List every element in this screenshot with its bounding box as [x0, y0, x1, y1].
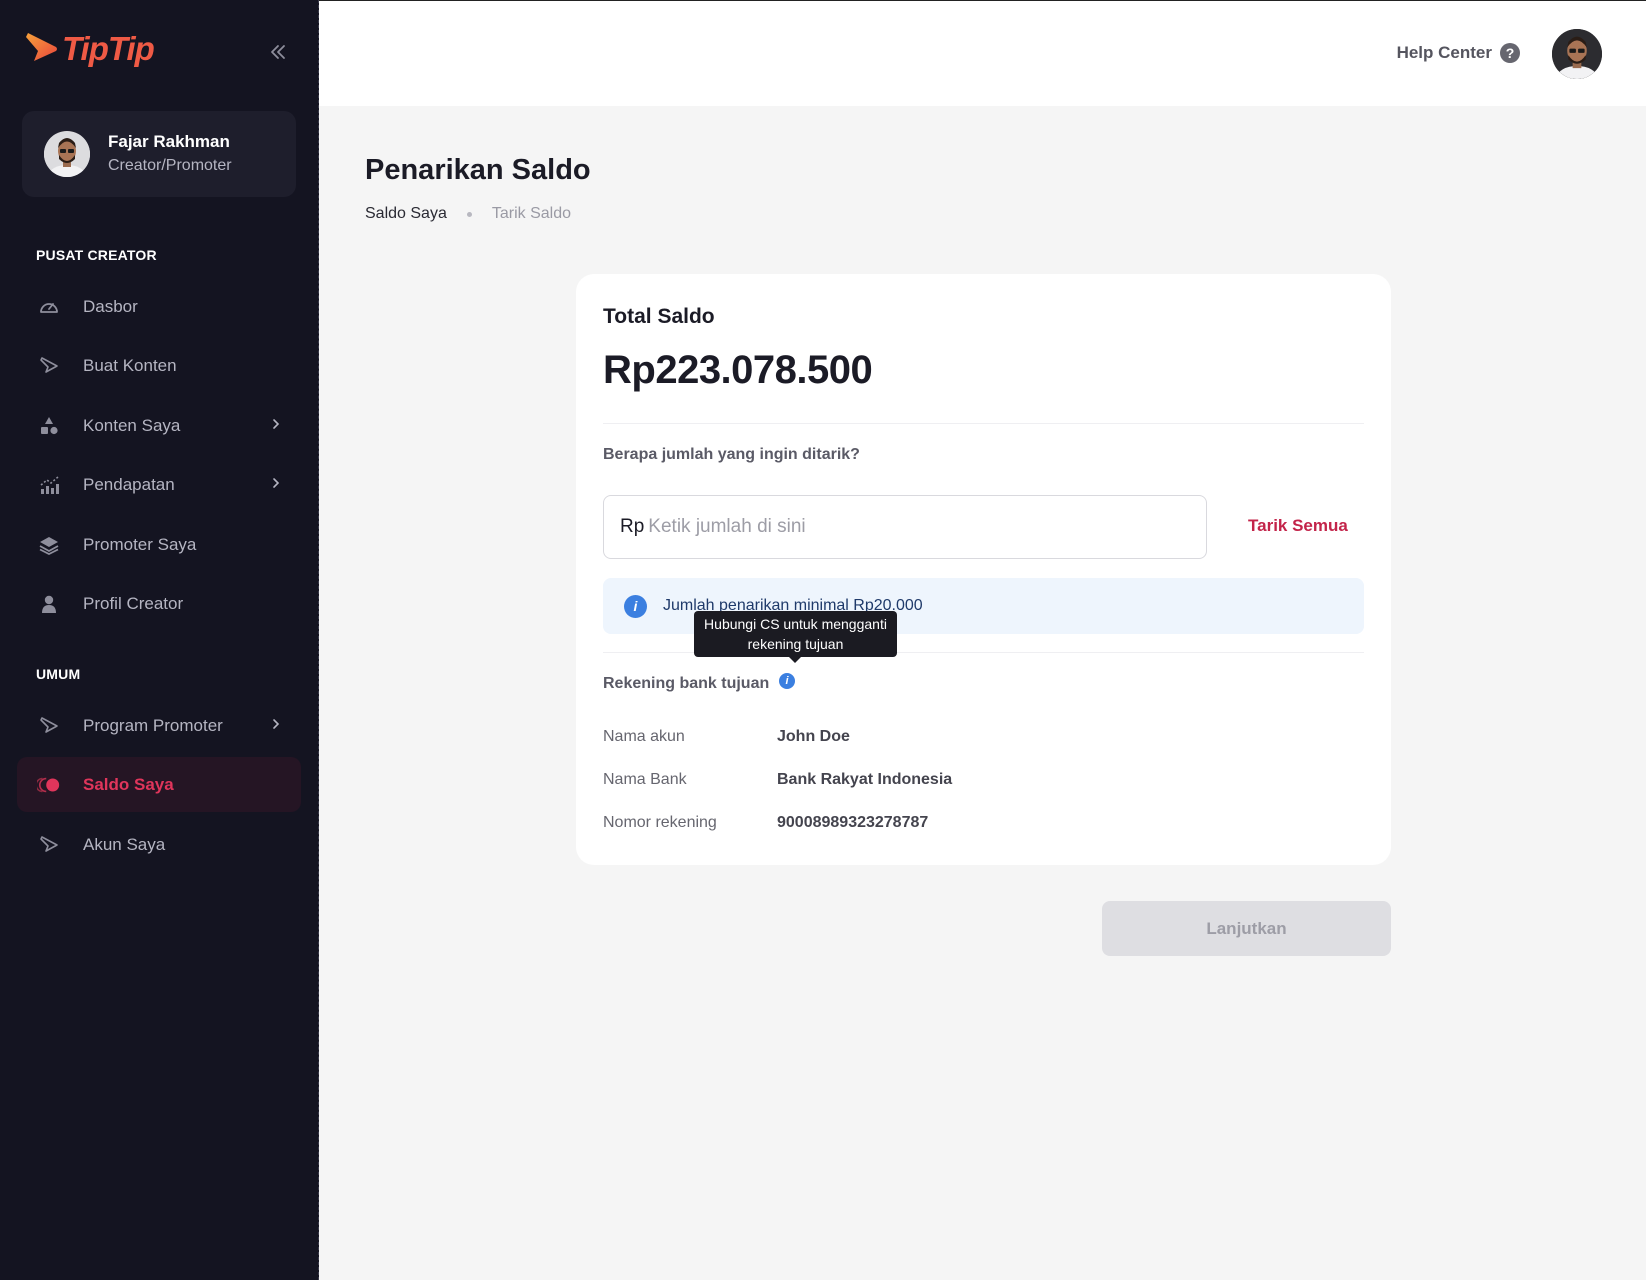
chevron-right-icon — [271, 717, 281, 735]
continue-button[interactable]: Lanjutkan — [1102, 901, 1391, 956]
topbar: Help Center ? — [319, 0, 1646, 106]
sidebar-item-label: Akun Saya — [83, 834, 166, 854]
bank-row-key: Nama akun — [603, 728, 685, 745]
sidebar-item-konten-saya[interactable]: Konten Saya — [17, 398, 301, 453]
bank-row-value: 90008989323278787 — [777, 814, 929, 831]
sidebar-item-profil-creator[interactable]: Profil Creator — [17, 576, 301, 631]
sidebar-item-buat-konten[interactable]: Buat Konten — [17, 338, 301, 393]
divider — [603, 423, 1364, 424]
collapse-sidebar-button[interactable] — [262, 36, 294, 68]
breadcrumb: Saldo Saya Tarik Saldo — [365, 205, 571, 223]
bank-row-key: Nomor rekening — [603, 814, 717, 831]
sidebar-item-label: Pendapatan — [83, 474, 175, 494]
sidebar-item-label: Buat Konten — [83, 355, 177, 375]
sidebar-item-promoter-saya[interactable]: Promoter Saya — [17, 517, 301, 572]
profile-role: Creator/Promoter — [108, 157, 232, 174]
sidebar-item-akun-saya[interactable]: Akun Saya — [17, 817, 301, 872]
sidebar-item-program-promoter[interactable]: Program Promoter — [17, 698, 301, 753]
avatar — [44, 131, 90, 177]
total-balance-amount: Rp223.078.500 — [603, 348, 873, 392]
bank-row-key: Nama Bank — [603, 771, 687, 788]
page-title: Penarikan Saldo — [365, 154, 591, 186]
sidebar-item-dasbor[interactable]: Dasbor — [17, 279, 301, 334]
shapes-icon — [37, 414, 61, 438]
sidebar: TipTip Fajar Rakhman Creator/Promoter PU… — [0, 0, 319, 1280]
breadcrumb-separator — [466, 211, 472, 217]
help-center-label: Help Center — [1396, 43, 1492, 62]
bar-chart-icon — [37, 473, 61, 497]
chevron-right-icon — [271, 417, 281, 435]
bank-section-title: Rekening bank tujuan — [603, 675, 770, 692]
coins-icon — [37, 773, 61, 797]
withdraw-amount-field[interactable]: Rp — [603, 495, 1207, 559]
layers-icon — [37, 533, 61, 557]
person-icon — [37, 592, 61, 616]
sidebar-item-label: Promoter Saya — [83, 534, 197, 554]
bank-change-tooltip: Hubungi CS untuk mengganti rekening tuju… — [694, 611, 897, 663]
info-icon[interactable]: i — [779, 673, 795, 689]
play-outline-icon — [37, 833, 61, 857]
gauge-icon — [37, 295, 61, 319]
sidebar-item-label: Program Promoter — [83, 715, 223, 735]
total-balance-label: Total Saldo — [603, 305, 715, 328]
tiptip-logo-icon — [24, 31, 58, 67]
bank-row-account-name: Nama akun John Doe — [603, 728, 850, 746]
question-circle-icon: ? — [1500, 43, 1520, 63]
play-outline-icon — [37, 354, 61, 378]
sidebar-item-label: Dasbor — [83, 296, 138, 316]
sidebar-item-label: Saldo Saya — [83, 774, 174, 794]
breadcrumb-saldo-saya[interactable]: Saldo Saya — [365, 205, 447, 223]
sidebar-item-pendapatan[interactable]: Pendapatan — [17, 457, 301, 512]
withdraw-card: Total Saldo Rp223.078.500 Berapa jumlah … — [576, 274, 1391, 865]
profile-name: Fajar Rakhman — [108, 132, 230, 151]
bank-row-account-number: Nomor rekening 90008989323278787 — [603, 814, 928, 832]
breadcrumb-tarik-saldo: Tarik Saldo — [491, 205, 571, 222]
sidebar-item-label: Konten Saya — [83, 415, 181, 435]
currency-prefix: Rp — [620, 516, 645, 537]
bank-row-value: Bank Rakyat Indonesia — [777, 771, 953, 788]
info-icon: i — [624, 594, 647, 618]
play-outline-icon — [37, 714, 61, 738]
sidebar-item-saldo-saya[interactable]: Saldo Saya — [17, 757, 301, 812]
section-label-pusat-creator: PUSAT CREATOR — [36, 247, 157, 263]
withdraw-question: Berapa jumlah yang ingin ditarik? — [603, 446, 860, 463]
withdraw-all-button[interactable]: Tarik Semua — [1248, 516, 1348, 536]
user-avatar[interactable] — [1552, 29, 1602, 79]
section-label-umum: UMUM — [36, 666, 81, 682]
help-center-link[interactable]: Help Center ? — [1397, 43, 1520, 63]
withdraw-amount-input[interactable] — [648, 516, 1169, 538]
double-chevron-left-icon — [271, 45, 285, 59]
brand-name: TipTip — [62, 30, 155, 67]
sidebar-item-label: Profil Creator — [83, 593, 184, 613]
chevron-right-icon — [271, 476, 281, 494]
brand-logo[interactable]: TipTip — [24, 30, 155, 68]
profile-card[interactable]: Fajar Rakhman Creator/Promoter — [22, 111, 296, 197]
bank-row-value: John Doe — [777, 728, 850, 745]
bank-row-bank-name: Nama Bank Bank Rakyat Indonesia — [603, 771, 952, 789]
